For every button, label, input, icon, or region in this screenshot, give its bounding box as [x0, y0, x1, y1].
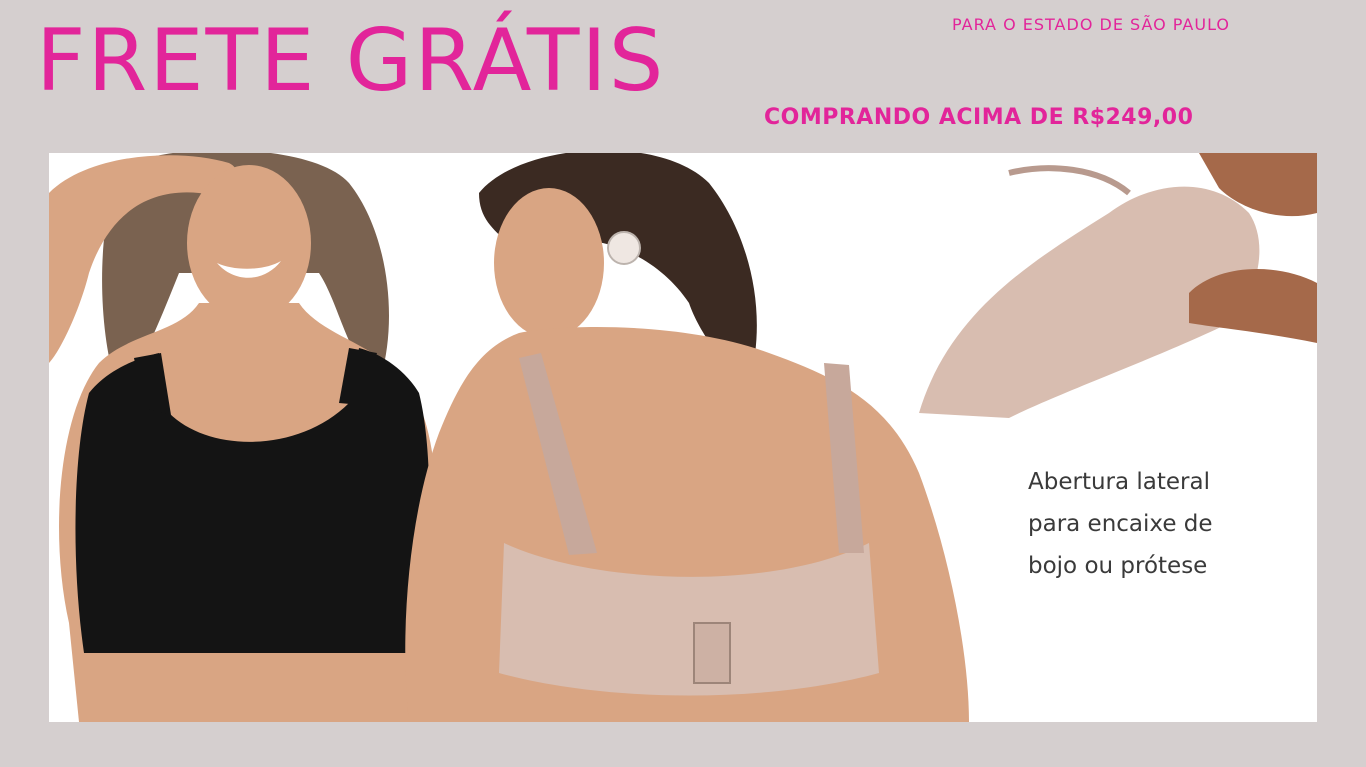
product-photo-illustration: [49, 153, 1317, 722]
left-model-face: [187, 165, 311, 321]
region-note: PARA O ESTADO DE SÃO PAULO: [952, 15, 1231, 34]
bra-detail-strap: [1008, 165, 1131, 196]
bra-detail-photo: [919, 153, 1317, 418]
middle-model-face: [494, 188, 604, 338]
middle-model-bra-hook: [693, 622, 731, 684]
min-purchase-note: COMPRANDO ACIMA DE R$249,00: [764, 105, 1194, 130]
feature-caption-line-3: bojo ou prótese: [1028, 553, 1208, 579]
feature-caption-line-1: Abertura lateral: [1028, 469, 1210, 495]
feature-caption: Abertura lateral para encaixe de bojo ou…: [1028, 461, 1288, 587]
feature-caption-line-2: para encaixe de: [1028, 511, 1213, 537]
banner-title: FRETE GRÁTIS: [36, 11, 666, 111]
middle-model-earring: [607, 231, 641, 265]
product-photo-panel: Abertura lateral para encaixe de bojo ou…: [49, 153, 1317, 722]
left-model: [49, 153, 437, 722]
middle-model: [405, 153, 969, 722]
